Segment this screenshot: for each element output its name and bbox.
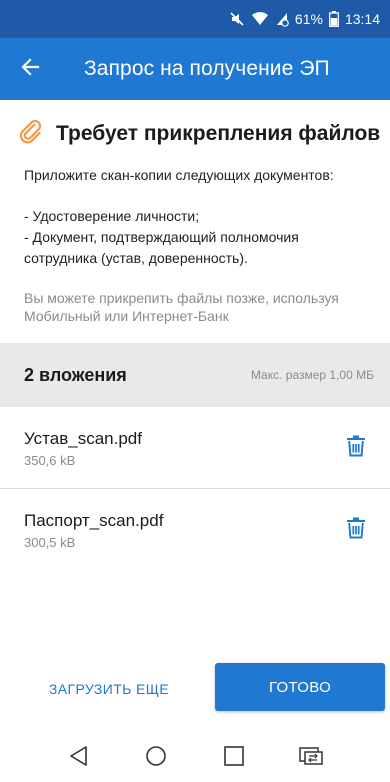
mute-icon [229,11,245,27]
attachments-count: 2 вложения [24,364,127,385]
done-button[interactable]: ГОТОВО [215,663,385,711]
trash-icon [346,517,366,544]
requirement-note: Вы можете прикрепить файлы позже, исполь… [24,290,339,324]
home-circle-icon [145,745,167,772]
file-item[interactable]: Устав_scan.pdf 350,6 kB [0,407,390,489]
arrow-left-icon [20,57,40,82]
document-item: сотрудника (устав, доверенность). [24,250,248,266]
file-size: 300,5 kB [24,534,76,550]
file-info: Паспорт_scan.pdf 300,5 kB [24,511,163,550]
max-size-label: Макс. размер 1,00 МБ [250,368,374,382]
document-item: - Документ, подтверждающий полномочия [24,229,299,245]
requirement-intro: Приложите скан-копии следующих документо… [24,167,334,183]
nav-recents-button[interactable] [210,734,258,782]
attachments-header: 2 вложения Макс. размер 1,00 МБ [0,343,390,407]
file-size: 350,6 kB [24,452,76,468]
back-triangle-icon [68,745,90,772]
file-name: Паспорт_scan.pdf [24,510,164,530]
file-item[interactable]: Паспорт_scan.pdf 300,5 kB [0,489,390,571]
battery-icon [329,11,339,27]
status-bar: 61% 13:14 [0,0,390,38]
battery-percent: 61% [294,11,323,27]
back-button[interactable] [0,38,60,100]
wifi-icon [251,11,269,27]
page-title: Запрос на получение ЭП [84,57,330,80]
clock: 13:14 [344,11,380,27]
paperclip-icon [18,118,44,149]
switch-app-icon [298,745,324,772]
delete-file-button[interactable] [342,516,370,544]
trash-icon [346,435,366,462]
file-name: Устав_scan.pdf [24,428,142,448]
requirement-title: Требует прикрепления файлов [56,121,381,145]
upload-more-button[interactable]: ЗАГРУЗИТЬ ЕЩЕ [24,675,194,703]
app-bar: Запрос на получение ЭП [0,38,390,100]
recents-square-icon [223,745,245,772]
system-nav-bar [0,734,390,782]
nav-back-button[interactable] [55,734,103,782]
requirement-header: Требует прикрепления файлов [18,118,380,149]
nav-switch-app-button[interactable] [287,734,335,782]
document-item: - Удостоверение личности; [24,208,200,224]
delete-file-button[interactable] [342,434,370,462]
file-info: Устав_scan.pdf 350,6 kB [24,429,142,468]
nav-home-button[interactable] [132,734,180,782]
document-list: - Удостоверение личности; - Документ, по… [24,206,374,269]
battery-saver-icon [275,11,289,27]
